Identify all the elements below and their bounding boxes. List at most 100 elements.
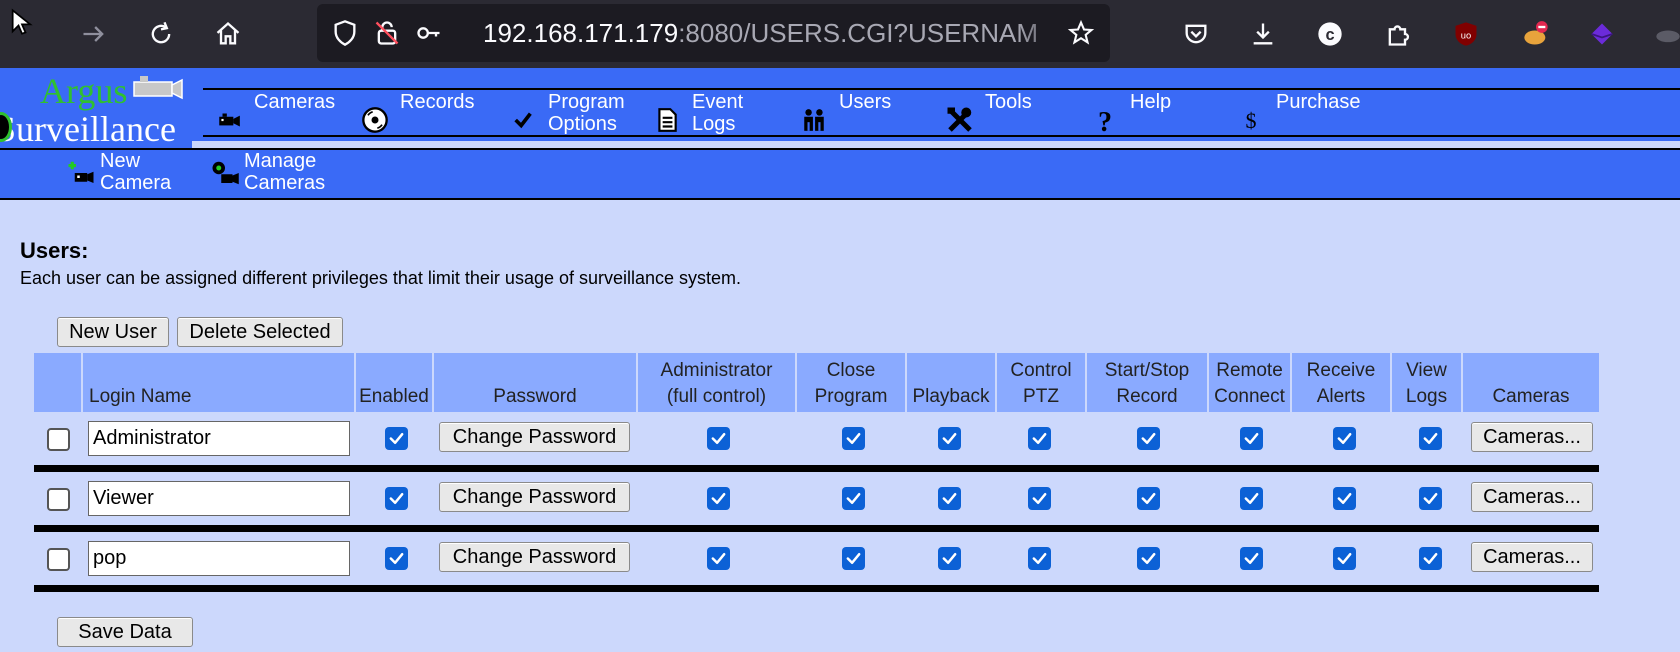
record-checkbox[interactable] (1137, 427, 1160, 450)
header-cameras: Cameras (1463, 353, 1599, 412)
playback-checkbox[interactable] (938, 427, 961, 450)
header-close-program: Close Program (797, 353, 905, 412)
row-select-checkbox[interactable] (47, 488, 70, 511)
save-data-button[interactable]: Save Data (57, 617, 193, 647)
change-password-button[interactable]: Change Password (439, 422, 630, 452)
ublock-icon[interactable]: uo (1448, 14, 1484, 54)
burger-extension-icon[interactable] (1518, 14, 1554, 54)
nav-event-logs[interactable]: Event Logs (652, 91, 743, 135)
logo-camera-icon (133, 76, 183, 100)
row-select-checkbox[interactable] (47, 428, 70, 451)
extensions-puzzle-icon[interactable] (1380, 14, 1416, 54)
header-playback: Playback (907, 353, 995, 412)
shield-icon[interactable] (331, 19, 359, 47)
alerts-checkbox[interactable] (1333, 427, 1356, 450)
cameras-button[interactable]: Cameras... (1471, 422, 1593, 452)
row-select-checkbox[interactable] (47, 548, 70, 571)
change-password-button[interactable]: Change Password (439, 542, 630, 572)
logs-checkbox[interactable] (1419, 427, 1442, 450)
browser-toolbar: 192.168.171.179:8080/USERS.CGI?USERNAM c… (0, 0, 1680, 68)
reload-icon[interactable] (143, 14, 179, 54)
playback-checkbox[interactable] (938, 547, 961, 570)
login-name-field[interactable] (88, 541, 350, 576)
record-checkbox[interactable] (1137, 547, 1160, 570)
close-checkbox[interactable] (842, 487, 865, 510)
tools-icon (945, 105, 975, 135)
forward-arrow-icon[interactable] (76, 14, 112, 54)
logs-checkbox[interactable] (1419, 487, 1442, 510)
close-checkbox[interactable] (842, 547, 865, 570)
nav-manage-cameras[interactable]: Manage Cameras (210, 150, 325, 194)
row-separator (34, 585, 1599, 592)
extension-c-icon[interactable]: c (1312, 14, 1348, 54)
enabled-checkbox[interactable] (385, 547, 408, 570)
header-control-ptz: Control PTZ (997, 353, 1085, 412)
nav-label: Cameras (254, 91, 336, 113)
nav-records[interactable]: Records (360, 91, 474, 135)
argus-logo: Argus Surveillance (0, 68, 192, 148)
pocket-icon[interactable] (1178, 14, 1214, 54)
nav-program-options[interactable]: Program Options (508, 91, 625, 135)
page-title: Users: (20, 238, 89, 263)
ptz-checkbox[interactable] (1028, 427, 1051, 450)
nav-label: Logs (692, 113, 736, 135)
cameras-button[interactable]: Cameras... (1471, 482, 1593, 512)
admin-checkbox[interactable] (707, 487, 730, 510)
svg-text:$: $ (1246, 108, 1257, 133)
enabled-checkbox[interactable] (385, 487, 408, 510)
key-icon[interactable] (415, 19, 443, 47)
login-name-field[interactable] (88, 481, 350, 516)
admin-checkbox[interactable] (707, 427, 730, 450)
nav-purchase[interactable]: $ Purchase (1236, 91, 1361, 135)
purple-cube-icon[interactable] (1584, 14, 1620, 54)
header-start-stop-record: Start/Stop Record (1087, 353, 1207, 412)
playback-checkbox[interactable] (938, 487, 961, 510)
close-checkbox[interactable] (842, 427, 865, 450)
nav-label: New (100, 150, 141, 172)
new-user-button[interactable]: New User (57, 317, 169, 347)
logo-text: Surveillance (0, 109, 176, 148)
nav-label: Manage (244, 150, 317, 172)
svg-text:?: ? (1098, 107, 1112, 135)
home-icon[interactable] (210, 14, 246, 54)
cameras-button[interactable]: Cameras... (1471, 542, 1593, 572)
header-view-logs: View Logs (1392, 353, 1461, 412)
download-icon[interactable] (1245, 14, 1281, 54)
address-bar[interactable]: 192.168.171.179:8080/USERS.CGI?USERNAM (317, 4, 1110, 62)
remote-checkbox[interactable] (1240, 427, 1263, 450)
record-checkbox[interactable] (1137, 487, 1160, 510)
nav-label: Help (1130, 91, 1172, 113)
ptz-checkbox[interactable] (1028, 487, 1051, 510)
nav-label: Options (548, 113, 617, 135)
admin-checkbox[interactable] (707, 547, 730, 570)
disc-icon (360, 105, 390, 135)
header-password: Password (434, 353, 636, 412)
url-text[interactable]: 192.168.171.179:8080/USERS.CGI?USERNAM (483, 4, 1038, 62)
question-mark-icon: ? (1090, 105, 1120, 135)
login-name-field[interactable] (88, 421, 350, 456)
nav-help[interactable]: ? Help (1090, 91, 1171, 135)
header-select (34, 353, 81, 412)
remote-checkbox[interactable] (1240, 547, 1263, 570)
nav-new-camera[interactable]: New Camera (66, 150, 171, 194)
row-separator (34, 465, 1599, 472)
logs-checkbox[interactable] (1419, 547, 1442, 570)
dollar-icon: $ (1236, 105, 1266, 135)
change-password-button[interactable]: Change Password (439, 482, 630, 512)
nav-cameras[interactable]: Cameras (214, 91, 335, 135)
nav-label: Event (692, 91, 744, 113)
logo-text: Argus (40, 71, 128, 111)
overflow-extension-icon[interactable] (1650, 14, 1680, 54)
insecure-lock-icon[interactable] (373, 19, 401, 47)
ptz-checkbox[interactable] (1028, 547, 1051, 570)
remote-checkbox[interactable] (1240, 487, 1263, 510)
svg-text:uo: uo (1461, 31, 1471, 41)
nav-label: Users (839, 91, 892, 113)
nav-users[interactable]: Users (799, 91, 891, 135)
alerts-checkbox[interactable] (1333, 487, 1356, 510)
enabled-checkbox[interactable] (385, 427, 408, 450)
nav-tools[interactable]: Tools (945, 91, 1032, 135)
bookmark-star-icon[interactable] (1067, 19, 1095, 47)
delete-selected-button[interactable]: Delete Selected (177, 317, 343, 347)
alerts-checkbox[interactable] (1333, 547, 1356, 570)
